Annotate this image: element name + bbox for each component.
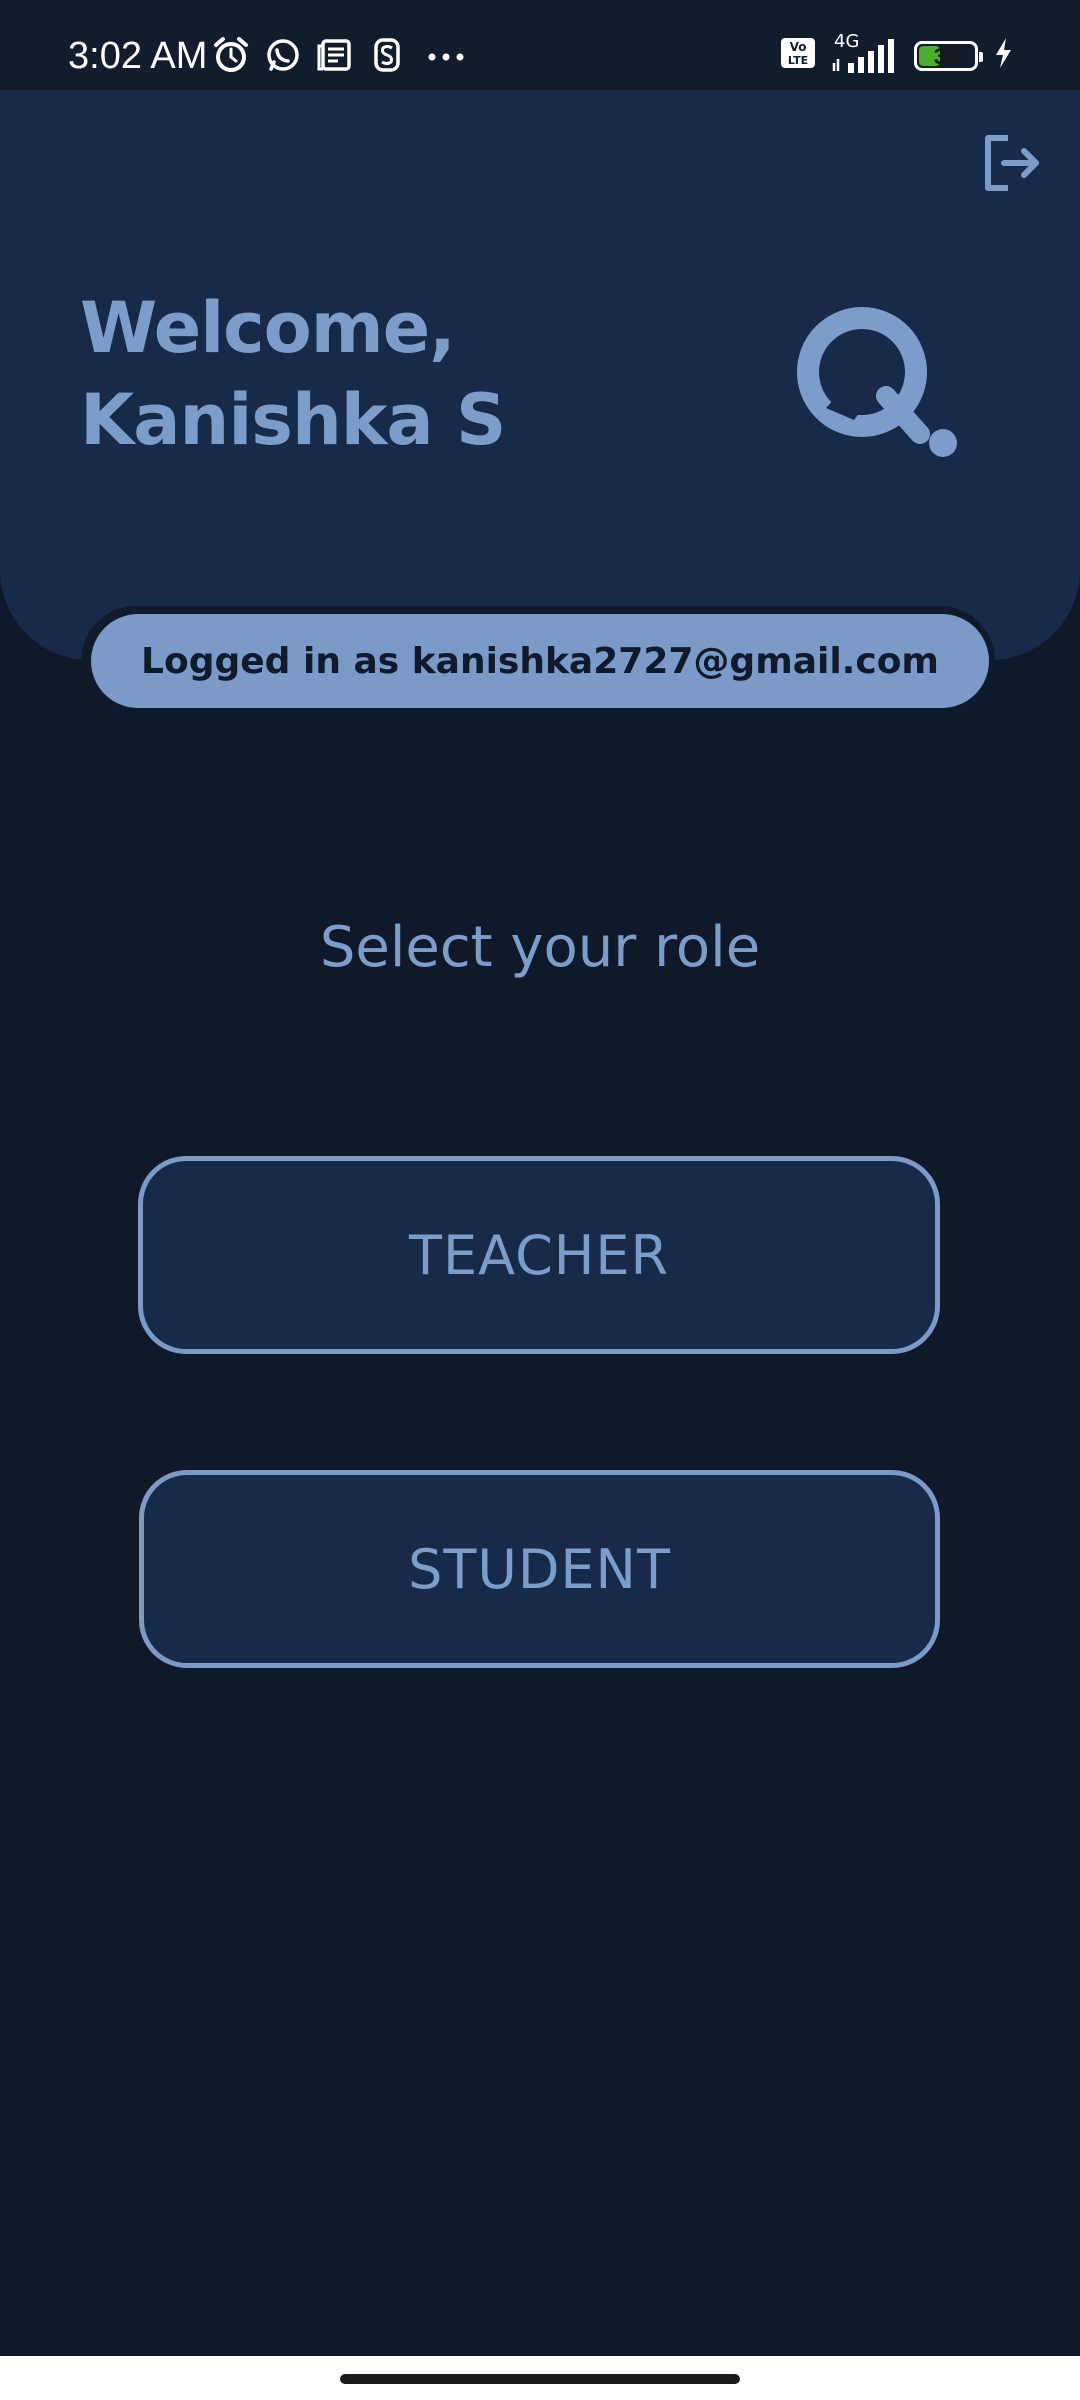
status-icons-right: Vo LTE 4G 39	[780, 31, 1014, 75]
battery-level: 39	[933, 43, 959, 69]
select-role-heading: Select your role	[319, 915, 761, 980]
welcome-title: Welcome, Kanishka S	[80, 287, 506, 461]
volte-icon: Vo LTE	[780, 36, 816, 75]
logout-icon	[978, 135, 1044, 200]
login-status-pill: Logged in as kanishka2727@gmail.com	[91, 614, 989, 708]
battery-icon: 39	[914, 40, 983, 71]
login-status-label: Logged in as kanishka2727@gmail.com	[141, 640, 939, 682]
app-s-icon	[368, 36, 406, 74]
alarm-icon	[212, 36, 250, 74]
more-dots-icon	[420, 36, 472, 74]
home-indicator[interactable]	[340, 2374, 740, 2384]
student-button-label: STUDENT	[408, 1537, 671, 1601]
student-button[interactable]: STUDENT	[139, 1470, 940, 1668]
svg-text:LTE: LTE	[788, 54, 808, 67]
system-nav-bar	[0, 2356, 1080, 2400]
app-logo-icon	[790, 300, 960, 470]
status-bar: 3:02 AM Vo LTE 4G 39	[0, 0, 1080, 90]
logout-button[interactable]	[978, 130, 1044, 196]
svg-text:Vo: Vo	[790, 40, 807, 54]
charging-icon	[992, 36, 1014, 75]
status-icons-left	[212, 36, 472, 74]
teacher-button-label: TEACHER	[408, 1223, 670, 1287]
status-time: 3:02 AM	[68, 35, 208, 77]
signal-icon: 4G	[830, 31, 900, 75]
battery-cap	[979, 51, 983, 62]
whatsapp-icon	[264, 36, 302, 74]
news-icon	[316, 36, 354, 74]
teacher-button[interactable]: TEACHER	[138, 1156, 940, 1354]
